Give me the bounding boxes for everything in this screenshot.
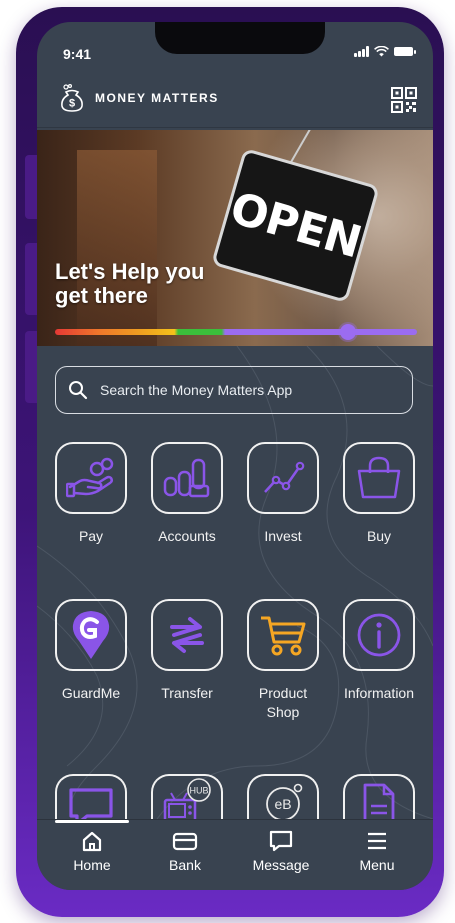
nav-home[interactable]: Home [47, 830, 137, 873]
nav-label: Menu [359, 857, 395, 873]
side-button [25, 155, 37, 219]
tile-buy[interactable]: Buy [331, 442, 427, 546]
hand-coins-icon [66, 457, 114, 498]
home-icon [82, 831, 102, 852]
buy-tile-frame[interactable] [343, 442, 415, 514]
tile-label: Transfer [161, 685, 213, 701]
transfer-arrows-icon [170, 617, 204, 653]
active-tab-indicator [55, 820, 129, 823]
tile-document[interactable] [331, 774, 427, 819]
hub-badge-text: HUB [189, 786, 208, 796]
promo-banner[interactable]: OPEN Let's Help you get there [37, 130, 433, 346]
message-icon [269, 830, 293, 852]
accounts-icon [163, 458, 210, 498]
brand-logo[interactable]: $ MONEY MATTERS [57, 83, 219, 113]
tile-label: Invest [264, 528, 302, 544]
headline-line-1: Let's Help you [55, 259, 205, 284]
status-bar: 9:41 [37, 22, 433, 74]
nav-label: Message [252, 857, 310, 873]
status-icons [354, 46, 416, 57]
app-header: $ MONEY MATTERS [37, 77, 433, 128]
camera-notch [155, 22, 325, 54]
nav-label: Home [73, 857, 111, 873]
chat-icon [69, 788, 113, 819]
tile-pay[interactable]: Pay [43, 442, 139, 546]
nav-message[interactable]: Message [236, 830, 326, 873]
wifi-icon [374, 46, 389, 57]
shopping-bag-icon [357, 456, 401, 499]
tv-hub-tile-frame[interactable]: HUB [151, 774, 223, 819]
card-icon [172, 832, 198, 851]
side-button [25, 243, 37, 315]
svg-text:$: $ [69, 98, 75, 110]
tile-label: Product Shop [235, 684, 331, 722]
tile-ebill[interactable]: eB [235, 774, 331, 819]
tile-label-line-1: Product [258, 685, 308, 701]
transfer-tile-frame[interactable] [151, 599, 223, 671]
banner-headline: Let's Help you get there [55, 260, 275, 308]
search-bar[interactable] [55, 366, 413, 414]
ebill-icon: eB [266, 783, 303, 819]
contour-background [37, 346, 433, 819]
tile-tv-hub[interactable]: HUB [139, 774, 235, 819]
signal-icon [354, 46, 369, 57]
tile-label: Buy [366, 528, 392, 544]
search-input[interactable] [98, 381, 382, 399]
pay-tile-frame[interactable] [55, 442, 127, 514]
chart-line-icon [264, 461, 305, 493]
info-icon [357, 613, 401, 657]
tv-hub-icon: HUB [163, 778, 211, 819]
money-bag-icon: $ [61, 84, 83, 112]
tile-label: Pay [78, 528, 104, 544]
side-button [25, 331, 37, 403]
tile-guardme[interactable]: GuardMe [43, 599, 139, 703]
hamburger-icon [368, 832, 386, 850]
app-title: MONEY MATTERS [95, 91, 219, 105]
chat-tile-frame[interactable] [55, 774, 127, 819]
tile-label: Accounts [158, 528, 216, 544]
tile-label-line-2: Shop [266, 704, 300, 720]
tile-invest[interactable]: Invest [235, 442, 331, 546]
phone-screen: 9:41 $ MONEY MATTERS OPEN Let's Help you… [37, 22, 433, 890]
status-time: 9:41 [63, 46, 92, 62]
progress-bar [55, 324, 417, 340]
guardme-pin-icon [72, 611, 110, 659]
tile-label: GuardMe [61, 685, 121, 701]
open-sign-text: OPEN [224, 182, 367, 269]
search-icon [69, 381, 88, 400]
tile-product-shop[interactable]: Product Shop [235, 599, 331, 722]
information-tile-frame[interactable] [343, 599, 415, 671]
nav-label: Bank [169, 857, 201, 873]
tile-accounts[interactable]: Accounts [139, 442, 235, 546]
invest-tile-frame[interactable] [247, 442, 319, 514]
battery-icon [394, 47, 416, 56]
guardme-tile-frame[interactable] [55, 599, 127, 671]
tile-chat[interactable] [43, 774, 139, 819]
tile-label: Information [343, 685, 415, 701]
banner-background [77, 150, 157, 346]
tile-information[interactable]: Information [331, 599, 427, 703]
cart-icon [261, 616, 306, 656]
nav-bank[interactable]: Bank [140, 830, 230, 873]
bottom-navigation: Home Bank Message Menu [37, 819, 433, 890]
product-shop-tile-frame[interactable] [247, 599, 319, 671]
document-tile-frame[interactable] [343, 774, 415, 819]
ebill-badge-text: eB [274, 796, 291, 812]
qr-code-icon[interactable] [391, 87, 417, 113]
tile-transfer[interactable]: Transfer [139, 599, 235, 703]
document-icon [363, 783, 395, 819]
headline-line-2: get there [55, 283, 148, 308]
main-content: Pay Accounts Inv [37, 346, 433, 819]
accounts-tile-frame[interactable] [151, 442, 223, 514]
nav-menu[interactable]: Menu [332, 830, 422, 873]
ebill-tile-frame[interactable]: eB [247, 774, 319, 819]
